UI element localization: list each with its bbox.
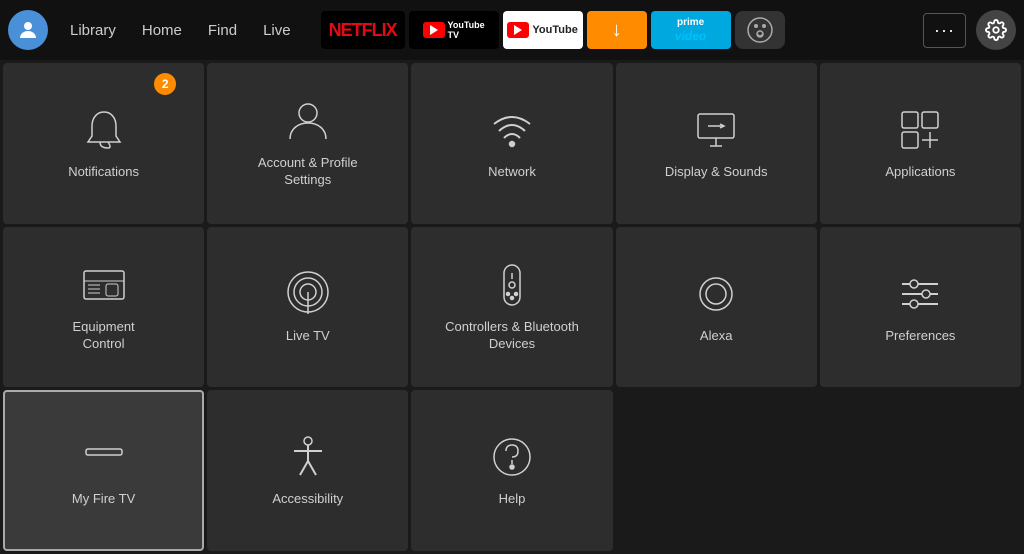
accessibility-label: Accessibility xyxy=(272,491,343,508)
youtubetv-logo: YouTubeTV xyxy=(423,20,485,40)
sliders-icon xyxy=(896,270,944,318)
netflix-logo: NETFLIX xyxy=(329,20,397,41)
nav-find[interactable]: Find xyxy=(198,16,247,45)
accessibility-tile[interactable]: Accessibility xyxy=(207,390,408,551)
display-icon xyxy=(692,106,740,154)
tv-icon xyxy=(80,261,128,309)
alexa-tile[interactable]: Alexa xyxy=(616,227,817,388)
empty-tile-1 xyxy=(616,390,817,551)
firetv-icon xyxy=(80,433,128,481)
apps-icon xyxy=(896,106,944,154)
netflix-button[interactable]: NETFLIX xyxy=(321,11,405,49)
applications-label: Applications xyxy=(885,164,955,181)
my-fire-tv-tile[interactable]: My Fire TV xyxy=(3,390,204,551)
display-sounds-label: Display & Sounds xyxy=(665,164,768,181)
notifications-tile[interactable]: 2 Notifications xyxy=(3,63,204,224)
user-avatar[interactable] xyxy=(8,10,48,50)
primevideo-button[interactable]: primevideo xyxy=(651,11,731,49)
youtubetv-button[interactable]: YouTubeTV xyxy=(409,11,499,49)
my-fire-tv-label: My Fire TV xyxy=(72,491,135,508)
live-tv-tile[interactable]: Live TV xyxy=(207,227,408,388)
remote-icon xyxy=(488,261,536,309)
app-shortcuts: NETFLIX YouTubeTV YouTube ↓ primevideo xyxy=(321,11,919,49)
live-tv-label: Live TV xyxy=(286,328,330,345)
downloader-button[interactable]: ↓ xyxy=(587,11,647,49)
alexa-label: Alexa xyxy=(700,328,733,345)
empty-tile-2 xyxy=(820,390,1021,551)
top-navigation: Library Home Find Live NETFLIX YouTubeTV… xyxy=(0,0,1024,60)
youtube-logo: YouTube xyxy=(507,22,577,38)
preferences-tile[interactable]: Preferences xyxy=(820,227,1021,388)
controllers-bluetooth-label: Controllers & BluetoothDevices xyxy=(445,319,579,353)
accessibility-icon xyxy=(284,433,332,481)
controllers-bluetooth-tile[interactable]: Controllers & BluetoothDevices xyxy=(411,227,612,388)
help-icon xyxy=(488,433,536,481)
nav-library[interactable]: Library xyxy=(60,16,126,45)
nav-links: Library Home Find Live xyxy=(60,16,301,45)
nav-live[interactable]: Live xyxy=(253,16,301,45)
display-sounds-tile[interactable]: Display & Sounds xyxy=(616,63,817,224)
notifications-label: Notifications xyxy=(68,164,139,181)
bell-icon xyxy=(80,106,128,154)
account-profile-tile[interactable]: Account & ProfileSettings xyxy=(207,63,408,224)
wifi-icon xyxy=(488,106,536,154)
equipment-control-label: EquipmentControl xyxy=(73,319,135,353)
notification-badge: 2 xyxy=(154,73,176,95)
youtube-button[interactable]: YouTube xyxy=(503,11,583,49)
games-button[interactable] xyxy=(735,11,785,49)
alexa-icon xyxy=(692,270,740,318)
equipment-control-tile[interactable]: EquipmentControl xyxy=(3,227,204,388)
downloader-icon: ↓ xyxy=(612,19,622,42)
settings-button[interactable] xyxy=(976,10,1016,50)
nav-home[interactable]: Home xyxy=(132,16,192,45)
help-label: Help xyxy=(499,491,526,508)
network-label: Network xyxy=(488,164,536,181)
applications-tile[interactable]: Applications xyxy=(820,63,1021,224)
network-tile[interactable]: Network xyxy=(411,63,612,224)
person-icon xyxy=(284,97,332,145)
primevideo-logo: primevideo xyxy=(675,17,706,44)
antenna-icon xyxy=(284,270,332,318)
settings-grid: 2 Notifications Account & ProfileSetting… xyxy=(0,60,1024,554)
help-tile[interactable]: Help xyxy=(411,390,612,551)
account-profile-label: Account & ProfileSettings xyxy=(258,155,358,189)
preferences-label: Preferences xyxy=(885,328,955,345)
more-button[interactable]: ··· xyxy=(923,13,966,48)
